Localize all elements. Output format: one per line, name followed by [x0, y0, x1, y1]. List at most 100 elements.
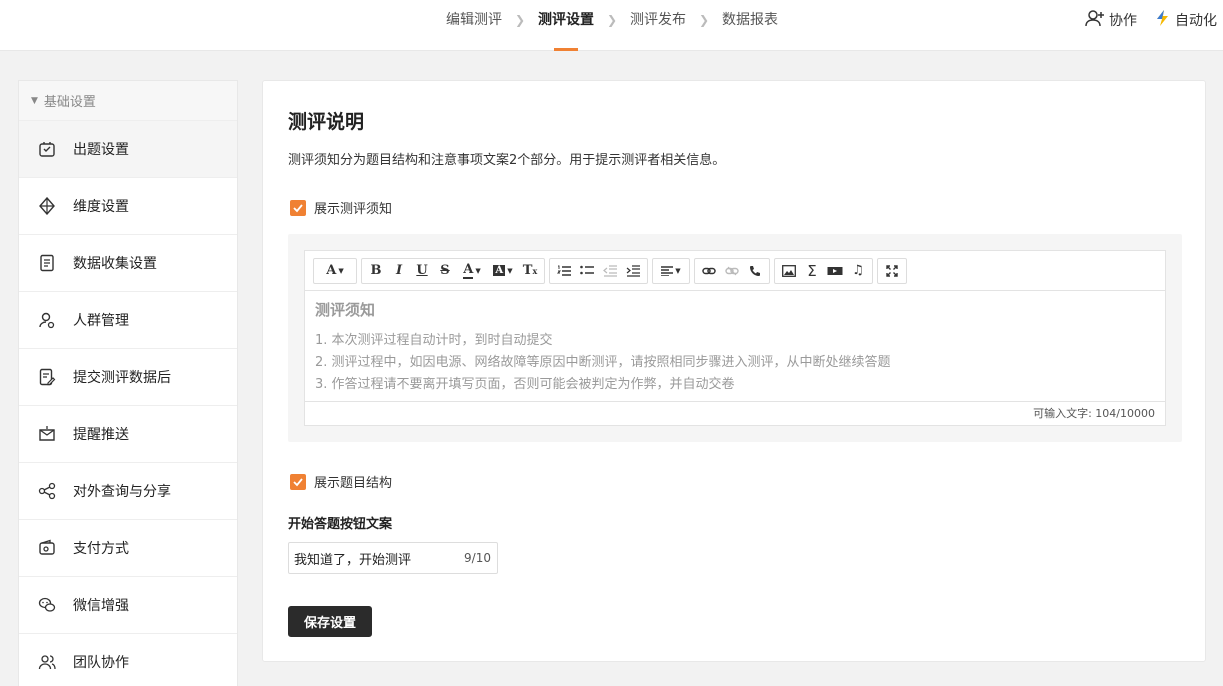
font-size-icon[interactable]: A ▼	[317, 260, 353, 282]
sidebar-item-label: 提交测评数据后	[73, 370, 171, 386]
step-settings[interactable]: 测评设置	[538, 0, 594, 51]
toolbar-group-format: B I U S A ▼ A ▼ Tx	[361, 257, 545, 284]
editor-line: 3. 作答过程请不要离开填写页面，否则可能会被判定为作弊，并自动交卷	[315, 377, 735, 392]
chevron-right-icon: ❯	[698, 13, 710, 27]
ordered-list-icon[interactable]	[553, 260, 575, 282]
align-icon[interactable]: ▼	[656, 260, 686, 282]
checkmark-icon	[293, 477, 303, 486]
automation-label: 自动化	[1175, 13, 1217, 29]
caret-down-icon: ▼	[31, 95, 38, 106]
sidebar-item-reminder[interactable]: 提醒推送	[19, 406, 237, 463]
editor-line: 2. 测评过程中，如因电源、网络故障等原因中断测评，请按照相同步骤进入测评，从中…	[315, 355, 891, 370]
italic-icon[interactable]: I	[388, 260, 410, 282]
image-icon[interactable]	[778, 260, 800, 282]
team-icon	[37, 652, 57, 672]
show-structure-checkbox-row[interactable]: 展示题目结构	[290, 472, 392, 491]
share-icon	[37, 481, 57, 501]
sidebar-item-label: 微信增强	[73, 598, 129, 614]
dimension-icon	[37, 196, 57, 216]
start-button-text-value[interactable]: 我知道了，开始测评	[294, 549, 411, 568]
sidebar-item-after-submit[interactable]: 提交测评数据后	[19, 349, 237, 406]
sidebar-item-label: 数据收集设置	[73, 256, 157, 272]
indent-icon[interactable]	[622, 260, 644, 282]
show-structure-label: 展示题目结构	[314, 476, 393, 491]
background-color-icon[interactable]: A ▼	[488, 260, 518, 282]
save-settings-button[interactable]: 保存设置	[288, 606, 372, 637]
sidebar-item-label: 维度设置	[73, 199, 129, 215]
wechat-icon	[37, 595, 57, 615]
sidebar-item-label: 对外查询与分享	[73, 484, 171, 500]
sidebar: ▼ 基础设置 出题设置 维度设置 数据收集设置 人群管理 提交测评数据后 提醒推…	[18, 80, 238, 686]
unlink-icon[interactable]	[721, 260, 743, 282]
mail-push-icon	[37, 424, 57, 444]
toolbar-group-fullscreen	[877, 257, 907, 284]
clear-format-icon[interactable]: Tx	[519, 260, 541, 282]
start-button-text-label: 开始答题按钮文案	[288, 517, 393, 532]
sidebar-item-share[interactable]: 对外查询与分享	[19, 463, 237, 520]
phone-icon[interactable]	[744, 260, 766, 282]
link-icon[interactable]	[698, 260, 720, 282]
toolbar-group-list	[549, 257, 648, 284]
fullscreen-icon[interactable]	[881, 260, 903, 282]
editor-heading: 测评须知	[315, 301, 376, 319]
notice-editor-wrapper: A ▼ B I U S A ▼ A ▼ Tx ▼ Σ ♫ 测评须知 1. 本次测…	[288, 234, 1182, 442]
step-report[interactable]: 数据报表	[722, 0, 778, 51]
font-color-icon[interactable]: A ▼	[457, 260, 487, 282]
sidebar-item-label: 提醒推送	[73, 427, 129, 443]
sidebar-item-wechat[interactable]: 微信增强	[19, 577, 237, 634]
question-settings-icon	[37, 139, 57, 159]
submit-edit-icon	[37, 367, 57, 387]
add-user-icon	[1085, 9, 1105, 31]
sidebar-item-label: 支付方式	[73, 541, 129, 557]
sidebar-group-basic[interactable]: ▼ 基础设置	[19, 81, 237, 121]
audio-icon[interactable]: ♫	[847, 260, 869, 282]
sidebar-item-label: 出题设置	[73, 142, 129, 158]
toolbar-group-media: Σ ♫	[774, 257, 873, 284]
outdent-icon[interactable]	[599, 260, 621, 282]
toolbar-group-font: A ▼	[313, 257, 357, 284]
sidebar-item-payment[interactable]: 支付方式	[19, 520, 237, 577]
underline-icon[interactable]: U	[411, 260, 433, 282]
sidebar-group-label: 基础设置	[43, 95, 96, 110]
checkmark-icon	[293, 203, 303, 212]
video-icon[interactable]	[824, 260, 846, 282]
chevron-right-icon: ❯	[514, 13, 526, 27]
editor-content[interactable]: 测评须知 1. 本次测评过程自动计时，到时自动提交 2. 测评过程中，如因电源、…	[305, 291, 1165, 404]
toolbar-group-link	[694, 257, 770, 284]
show-structure-checkbox[interactable]	[290, 473, 306, 490]
step-publish[interactable]: 测评发布	[630, 0, 686, 51]
start-button-text-input[interactable]: 我知道了，开始测评 9/10	[288, 542, 498, 574]
show-notice-checkbox[interactable]	[290, 199, 306, 216]
document-icon	[37, 253, 57, 273]
editor-line: 1. 本次测评过程自动计时，到时自动提交	[315, 333, 553, 348]
chevron-right-icon: ❯	[606, 13, 618, 27]
toolbar-group-align: ▼	[652, 257, 690, 284]
sidebar-item-data-collection[interactable]: 数据收集设置	[19, 235, 237, 292]
top-bar: 编辑测评 ❯ 测评设置 ❯ 测评发布 ❯ 数据报表 协作 自动化	[0, 0, 1223, 51]
step-nav: 编辑测评 ❯ 测评设置 ❯ 测评发布 ❯ 数据报表	[446, 0, 778, 51]
bold-icon[interactable]: B	[365, 260, 387, 282]
editor-char-counter: 可输入文字: 104/10000	[305, 401, 1165, 425]
automation-button[interactable]: 自动化	[1155, 9, 1217, 31]
strikethrough-icon[interactable]: S	[434, 260, 456, 282]
settings-panel: 测评说明 测评须知分为题目结构和注意事项文案2个部分。用于提示测评者相关信息。 …	[262, 80, 1206, 662]
sidebar-item-dimension[interactable]: 维度设置	[19, 178, 237, 235]
show-notice-label: 展示测评须知	[314, 202, 393, 217]
top-actions: 协作 自动化	[1085, 0, 1217, 40]
sidebar-item-team[interactable]: 团队协作	[19, 634, 237, 686]
sidebar-item-label: 团队协作	[73, 655, 129, 671]
show-notice-checkbox-row[interactable]: 展示测评须知	[290, 198, 392, 217]
page-description: 测评须知分为题目结构和注意事项文案2个部分。用于提示测评者相关信息。	[288, 153, 726, 168]
sidebar-item-people[interactable]: 人群管理	[19, 292, 237, 349]
step-edit[interactable]: 编辑测评	[446, 0, 502, 51]
formula-icon[interactable]: Σ	[801, 260, 823, 282]
bullet-list-icon[interactable]	[576, 260, 598, 282]
sidebar-item-question-settings[interactable]: 出题设置	[19, 121, 237, 178]
collaborate-label: 协作	[1109, 13, 1137, 29]
people-icon	[37, 310, 57, 330]
rich-text-editor: A ▼ B I U S A ▼ A ▼ Tx ▼ Σ ♫ 测评须知 1. 本次测…	[304, 250, 1166, 426]
start-button-text-count: 9/10	[464, 551, 491, 565]
collaborate-button[interactable]: 协作	[1085, 9, 1137, 31]
page-title: 测评说明	[288, 111, 365, 133]
editor-toolbar: A ▼ B I U S A ▼ A ▼ Tx ▼ Σ ♫	[305, 251, 1165, 291]
